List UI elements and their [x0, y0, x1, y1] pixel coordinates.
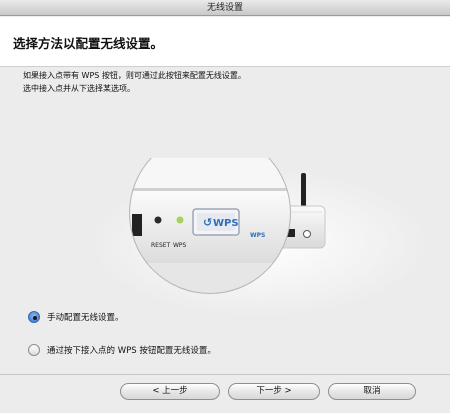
option-wps[interactable]: 通过按下接入点的 WPS 按钮配置无线设置。 — [28, 344, 216, 356]
button-bar: < 上一步 下一步 > 取消 — [0, 374, 450, 413]
reset-label: RESET — [151, 242, 171, 249]
description: 如果接入点带有 WPS 按钮，则可通过此按钮来配置无线设置。 选中接入点并从下选… — [23, 69, 246, 95]
wps-led-label: WPS — [173, 242, 187, 249]
description-line-2: 选中接入点并从下选择某选项。 — [23, 84, 135, 93]
svg-text:↺: ↺ — [203, 216, 212, 229]
page-title: 选择方法以配置无线设置。 — [13, 36, 164, 51]
back-button[interactable]: < 上一步 — [120, 383, 220, 400]
router-wps-illustration: ↺ RESET WPS WPS WPS — [90, 158, 430, 318]
description-line-1: 如果接入点带有 WPS 按钮，则可通过此按钮来配置无线设置。 — [23, 71, 246, 80]
option-manual[interactable]: 手动配置无线设置。 — [28, 311, 124, 323]
wps-led — [176, 216, 184, 224]
option-manual-label: 手动配置无线设置。 — [47, 313, 124, 323]
reset-hole — [154, 216, 162, 224]
page-header: 选择方法以配置无线设置。 — [0, 17, 450, 67]
next-button[interactable]: 下一步 > — [228, 383, 320, 400]
cancel-button[interactable]: 取消 — [328, 383, 416, 400]
window-title: 无线设置 — [206, 3, 243, 13]
radio-wps[interactable] — [28, 344, 40, 356]
window-titlebar: 无线设置 — [0, 0, 450, 16]
router-wps-button-label: WPS — [250, 232, 265, 239]
wps-button-zoomed-label: WPS — [213, 218, 239, 229]
main-content: 如果接入点带有 WPS 按钮，则可通过此按钮来配置无线设置。 选中接入点并从下选… — [0, 68, 450, 374]
radio-manual[interactable] — [28, 311, 40, 323]
option-wps-label: 通过按下接入点的 WPS 按钮配置无线设置。 — [47, 346, 216, 356]
